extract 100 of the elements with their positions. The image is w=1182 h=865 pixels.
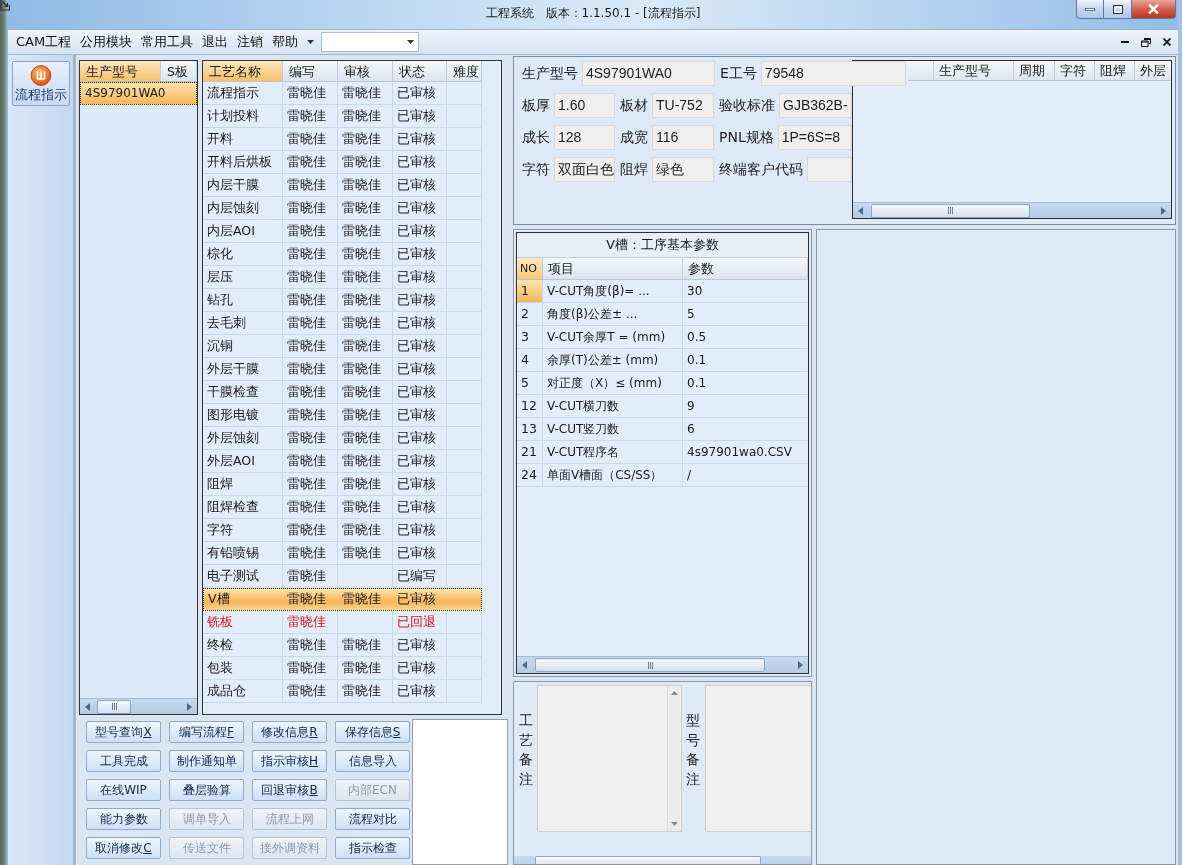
row-number[interactable]: 3 [517,326,543,348]
column-header[interactable]: 编写 [283,61,338,82]
process-row[interactable]: 内层干膜 雷晓佳 雷晓佳 已审核 [203,174,482,197]
left-arrow-icon[interactable] [858,206,863,215]
menu-item[interactable]: 注销 [233,31,268,53]
down-arrow-icon[interactable] [671,822,678,826]
dropdown-field[interactable] [321,32,420,52]
menu-item[interactable]: 公用模块 [76,31,137,53]
menu-item[interactable]: 退出 [198,31,233,53]
process-row[interactable]: 内层蚀刻 雷晓佳 雷晓佳 已审核 [203,197,482,220]
text-field[interactable]: 116 [652,125,714,150]
left-arrow-icon[interactable] [522,661,527,669]
column-header[interactable]: NO [517,258,543,280]
maximize-button[interactable] [1104,0,1132,19]
action-button[interactable]: 修改信息R [252,721,327,743]
process-row[interactable]: 有铅喷锡 雷晓佳 雷晓佳 已审核 [203,542,482,565]
horizontal-scrollbar[interactable] [80,698,197,714]
model-row[interactable]: 4S97901WA0 [80,82,197,105]
menu-item[interactable]: CAM工程 [12,31,76,53]
process-row[interactable]: 层压 雷晓佳 雷晓佳 已审核 [203,266,482,289]
process-row[interactable]: 棕化 雷晓佳 雷晓佳 已审核 [203,243,482,266]
process-row[interactable]: 阻焊 雷晓佳 雷晓佳 已审核 [203,473,482,496]
process-row[interactable]: 内层AOI 雷晓佳 雷晓佳 已审核 [203,220,482,243]
scrollbar-thumb[interactable] [97,699,131,714]
process-row[interactable]: V槽 雷晓佳 雷晓佳 已审核 [203,588,482,611]
row-number[interactable]: 4 [517,349,543,371]
up-arrow-icon[interactable] [671,691,678,695]
action-button[interactable]: 型号查询X [86,721,161,743]
process-row[interactable]: 钻孔 雷晓佳 雷晓佳 已审核 [203,289,482,312]
action-button[interactable]: 保存信息S [335,721,410,743]
text-field[interactable] [412,719,508,865]
process-row[interactable]: 沉铜 雷晓佳 雷晓佳 已审核 [203,335,482,358]
column-header[interactable]: 工艺名称 [203,61,283,82]
process-row[interactable]: 字符 雷晓佳 雷晓佳 已审核 [203,519,482,542]
column-header[interactable]: 外层 [1135,61,1171,81]
column-header[interactable]: 项目 [543,258,683,280]
action-button[interactable]: 工具完成 [86,750,161,772]
process-row[interactable]: 开料后烘板 雷晓佳 雷晓佳 已审核 [203,151,482,174]
text-field[interactable]: 1.60 [554,93,615,118]
process-row[interactable]: 阻焊检查 雷晓佳 雷晓佳 已审核 [203,496,482,519]
process-row[interactable]: 图形电镀 雷晓佳 雷晓佳 已审核 [203,404,482,427]
process-row[interactable]: 流程指示 雷晓佳 雷晓佳 已审核 [203,82,482,105]
action-button[interactable]: 编写流程F [169,721,244,743]
horizontal-scrollbar[interactable] [517,656,808,673]
action-button[interactable]: 制作通知单 [169,750,244,772]
row-number[interactable]: 2 [517,303,543,325]
action-button[interactable]: 叠层验算 [169,779,244,801]
text-field[interactable]: 1P=6S=8 [777,125,852,150]
row-number[interactable]: 13 [517,418,543,440]
right-arrow-icon[interactable] [187,702,192,711]
column-header[interactable]: 阻焊 [1095,61,1135,81]
text-field[interactable]: TU-752 [652,93,714,118]
scrollbar-thumb[interactable] [535,856,761,864]
process-row[interactable]: 外层干膜 雷晓佳 雷晓佳 已审核 [203,358,482,381]
process-row[interactable]: 计划投料 雷晓佳 雷晓佳 已审核 [203,105,482,128]
column-header[interactable]: 生产型号 [934,61,1014,81]
process-row[interactable]: 外层AOI 雷晓佳 雷晓佳 已审核 [203,450,482,473]
process-row[interactable]: 开料 雷晓佳 雷晓佳 已审核 [203,128,482,151]
text-field[interactable]: 79548 [760,61,906,86]
process-row[interactable]: 成品仓 雷晓佳 雷晓佳 已审核 [203,680,482,703]
remarks-field[interactable] [537,685,682,832]
process-row[interactable]: 外层蚀刻 雷晓佳 雷晓佳 已审核 [203,427,482,450]
menu-item[interactable]: 帮助 [268,31,303,53]
text-field[interactable]: 双面白色 [554,157,615,182]
column-header[interactable]: S板 [161,61,197,82]
nav-button[interactable]: 流程指示 [12,61,70,106]
process-row[interactable]: 干膜检查 雷晓佳 雷晓佳 已审核 [203,381,482,404]
column-header[interactable]: 生产型号 [80,61,161,82]
menu-item[interactable]: 常用工具 [137,31,198,53]
action-button[interactable]: 能力参数 [86,808,161,830]
row-number[interactable]: 5 [517,372,543,394]
left-arrow-icon[interactable] [85,702,90,711]
text-field[interactable]: 绿色 [652,157,714,182]
text-field[interactable]: 4S97901WA0 [582,61,715,86]
action-button[interactable]: 指示审核H [252,750,327,772]
scrollbar-thumb[interactable] [871,203,1030,218]
remarks-field[interactable] [705,685,811,832]
row-number[interactable]: 12 [517,395,543,417]
right-arrow-icon[interactable] [798,661,803,669]
action-button[interactable]: 在线WIP [86,779,161,801]
text-field[interactable]: GJB362B- [779,93,852,118]
text-field[interactable]: 128 [554,125,615,150]
process-row[interactable]: 终检 雷晓佳 雷晓佳 已审核 [203,634,482,657]
process-row[interactable]: 铣板 雷晓佳 已回退 [203,611,482,634]
process-row[interactable]: 去毛刺 雷晓佳 雷晓佳 已审核 [203,312,482,335]
column-header[interactable]: 字符 [1055,61,1095,81]
row-number[interactable]: 21 [517,441,543,463]
column-header[interactable]: 参数 [683,258,808,280]
action-button[interactable]: 回退审核B [252,779,327,801]
column-header[interactable]: 难度 [447,61,482,82]
column-header[interactable]: 周期 [1014,61,1055,81]
right-arrow-icon[interactable] [1161,206,1166,215]
action-button[interactable]: 流程对比 [335,808,410,830]
action-button[interactable]: 指示检查 [335,837,410,859]
horizontal-scrollbar[interactable] [514,856,811,864]
scrollbar-thumb[interactable] [535,658,765,672]
row-number[interactable]: 1 [517,280,543,302]
column-header[interactable]: 审核 [338,61,393,82]
action-button[interactable]: 取消修改C [86,837,161,859]
horizontal-scrollbar[interactable] [853,202,1171,218]
